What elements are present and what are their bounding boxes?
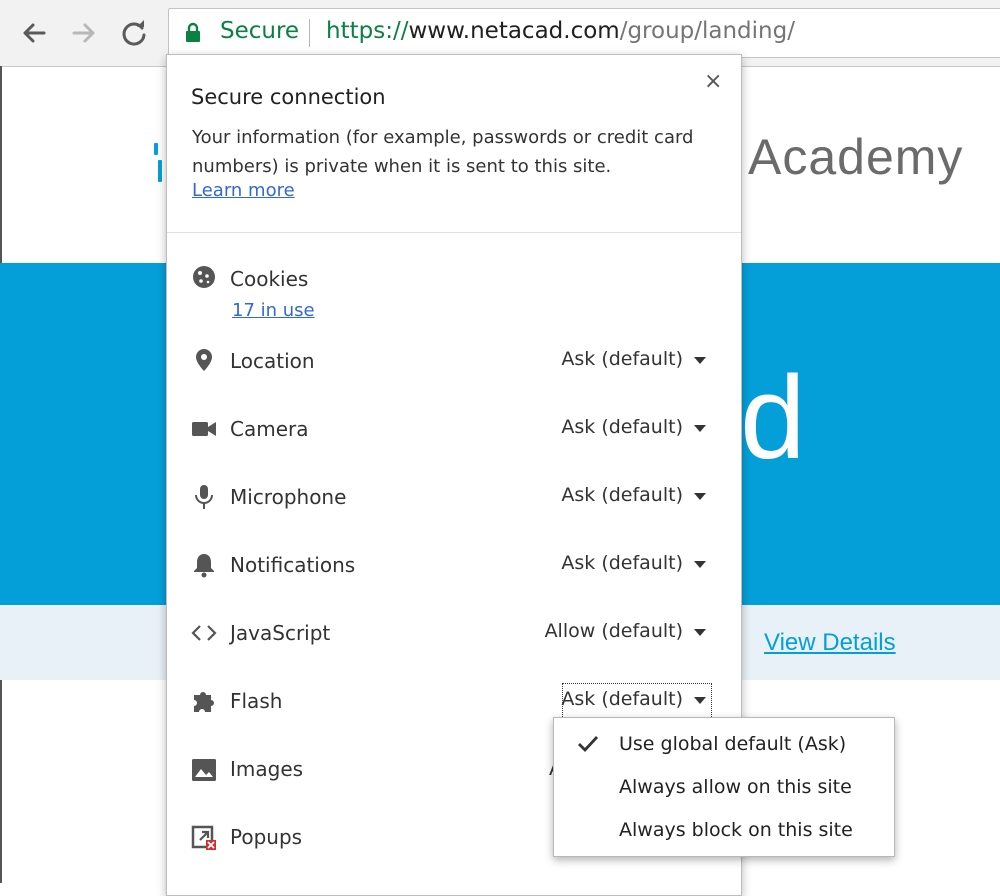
menu-item-use-global-default[interactable]: Use global default (Ask) — [554, 726, 894, 766]
popup-divider — [167, 232, 741, 233]
dropdown-arrow-icon[interactable] — [694, 629, 706, 636]
dropdown-arrow-icon[interactable] — [694, 697, 706, 704]
close-icon[interactable]: × — [704, 71, 722, 93]
camera-icon — [191, 416, 217, 442]
logo-fragment — [154, 143, 158, 155]
url-path: /group/landing/ — [619, 18, 795, 44]
address-bar[interactable]: Secure https://www.netacad.com/group/lan… — [168, 8, 1000, 58]
permission-label-location: Location — [230, 349, 315, 373]
menu-item-label: Use global default (Ask) — [619, 733, 847, 755]
reload-button[interactable] — [118, 17, 150, 49]
view-details-link[interactable]: View Details — [764, 629, 896, 657]
menu-item-label: Always allow on this site — [619, 776, 852, 798]
dropdown-arrow-icon[interactable] — [694, 561, 706, 568]
cookies-label: Cookies — [230, 267, 309, 291]
permission-select-flash[interactable]: Ask (default) — [561, 688, 683, 710]
menu-item-always-block[interactable]: Always block on this site — [554, 812, 894, 852]
code-icon — [191, 620, 217, 646]
omnibox-divider — [309, 19, 310, 47]
hero-text: d — [740, 352, 806, 484]
popup-blocked-icon — [191, 825, 217, 851]
permission-label-notifications: Notifications — [230, 553, 356, 577]
security-label[interactable]: Secure — [220, 18, 299, 44]
permission-label-images: Images — [230, 757, 304, 781]
microphone-icon — [191, 484, 217, 510]
checkmark-icon — [576, 732, 600, 760]
permission-select-location[interactable]: Ask (default) — [561, 348, 683, 370]
site-header-text: Academy — [748, 129, 964, 185]
menu-item-always-allow[interactable]: Always allow on this site — [554, 769, 894, 809]
permission-select-javascript[interactable]: Allow (default) — [545, 620, 683, 642]
url-text[interactable]: https://www.netacad.com/group/landing/ — [326, 18, 795, 44]
popup-description: Your information (for example, passwords… — [192, 127, 694, 177]
dropdown-arrow-icon[interactable] — [694, 357, 706, 364]
location-pin-icon — [191, 347, 217, 373]
learn-more-link[interactable]: Learn more — [192, 180, 295, 201]
menu-item-label: Always block on this site — [619, 819, 853, 841]
dropdown-arrow-icon[interactable] — [694, 493, 706, 500]
cookies-in-use-link[interactable]: 17 in use — [232, 300, 315, 321]
permission-label-camera: Camera — [230, 417, 309, 441]
reload-icon — [122, 20, 146, 46]
puzzle-icon — [191, 688, 217, 714]
permission-label-popups: Popups — [230, 825, 303, 849]
cookie-icon — [191, 264, 217, 290]
forward-arrow-icon — [72, 23, 95, 43]
permission-select-microphone[interactable]: Ask (default) — [561, 484, 683, 506]
permission-select-camera[interactable]: Ask (default) — [561, 416, 683, 438]
image-icon — [191, 757, 217, 783]
logo-fragment — [158, 160, 162, 182]
back-arrow-icon — [23, 23, 46, 43]
permission-label-javascript: JavaScript — [230, 621, 331, 645]
permission-select-notifications[interactable]: Ask (default) — [561, 552, 683, 574]
forward-button[interactable] — [68, 17, 100, 49]
lock-icon[interactable] — [185, 22, 201, 46]
popup-title: Secure connection — [191, 85, 386, 109]
url-host: www.netacad.com — [408, 18, 620, 44]
permission-label-flash: Flash — [230, 689, 283, 713]
back-button[interactable] — [18, 17, 50, 49]
bell-icon — [191, 552, 217, 578]
flash-dropdown-menu: Use global default (Ask) Always allow on… — [553, 717, 895, 857]
dropdown-arrow-icon[interactable] — [694, 425, 706, 432]
url-scheme: https:// — [326, 18, 409, 44]
permission-label-microphone: Microphone — [230, 485, 347, 509]
